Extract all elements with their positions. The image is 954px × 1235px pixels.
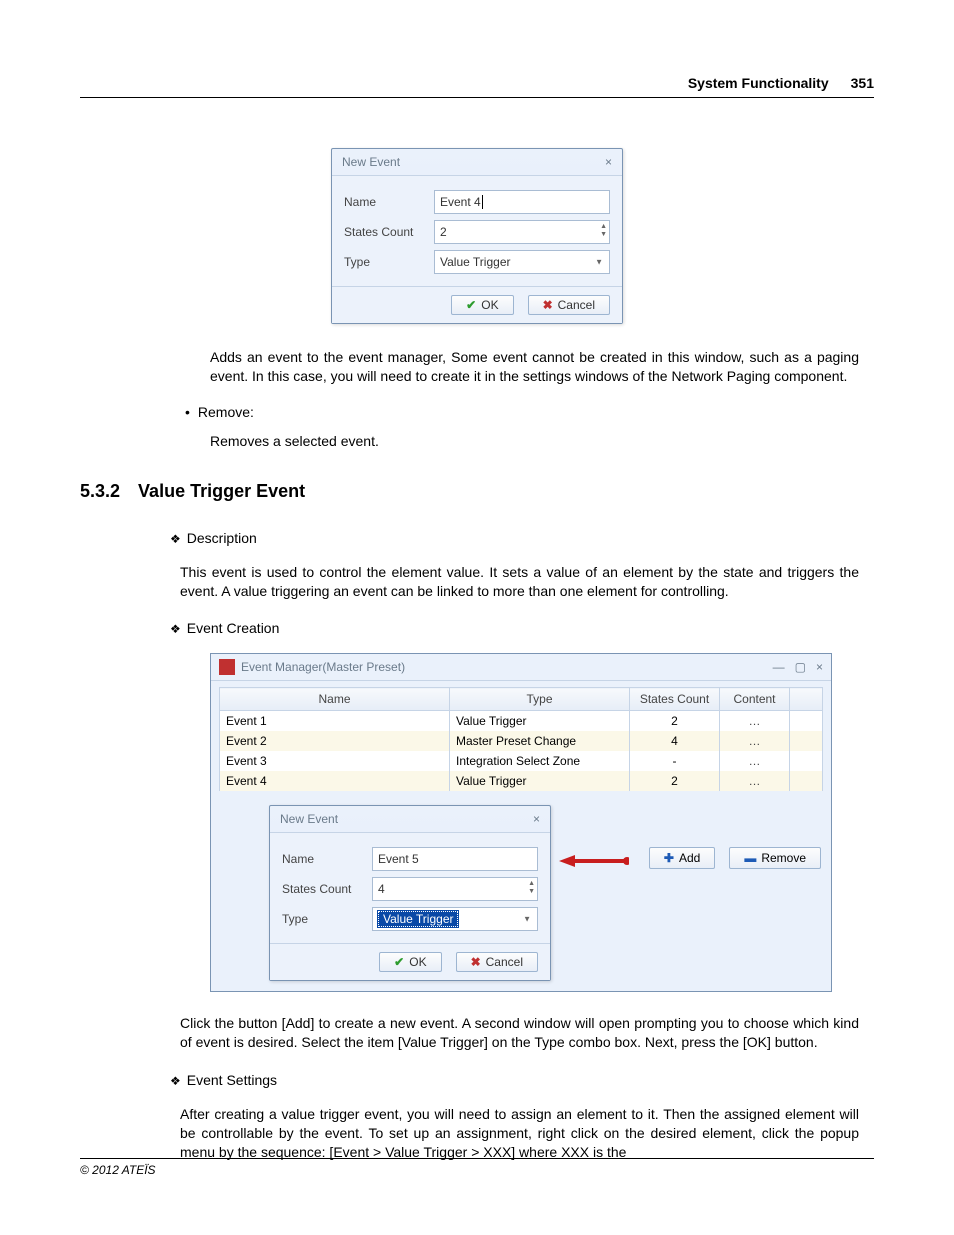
states-count-label: States Count [344,225,434,239]
table-row[interactable]: Event 4 Value Trigger 2 … [220,771,823,791]
add-button[interactable]: ✚ Add [649,847,715,869]
check-icon: ✔ [466,298,476,312]
name-input[interactable]: Event 5 [372,847,538,871]
table-row[interactable]: Event 2 Master Preset Change 4 … [220,731,823,751]
new-event-dialog: New Event × Name Event 4 States Count 2 … [331,148,623,324]
chevron-down-icon: ▼ [523,915,531,924]
ok-button[interactable]: ✔ OK [451,295,513,315]
col-states-count[interactable]: States Count [630,688,720,711]
cross-icon: ✖ [471,955,481,969]
minimize-icon[interactable]: — [773,660,785,674]
event-table: Name Type States Count Content Event 1 V… [219,687,823,791]
close-icon[interactable]: × [605,155,612,169]
section-heading: 5.3.2 Value Trigger Event [80,481,874,502]
event-manager-window: Event Manager(Master Preset) — ▢ × Name … [210,653,832,992]
bullet-icon: • [185,404,190,420]
name-label: Name [282,852,372,866]
close-icon[interactable]: × [816,660,823,674]
app-icon [219,659,235,675]
cross-icon: ✖ [543,298,553,312]
close-icon[interactable]: × [533,812,540,826]
paragraph-remove: Removes a selected event. [210,432,859,451]
spinner-icon[interactable]: ▲▼ [600,223,607,239]
annotation-arrow-icon [559,853,629,869]
maximize-icon[interactable]: ▢ [795,660,806,674]
diamond-icon: ❖ [170,620,181,639]
cancel-button[interactable]: ✖ Cancel [456,952,538,972]
paragraph-add: Adds an event to the event manager, Some… [210,348,859,386]
dialog-title: New Event [342,155,400,169]
page-header: System Functionality 351 [80,75,874,98]
paragraph-settings: After creating a value trigger event, yo… [180,1105,859,1162]
name-label: Name [344,195,434,209]
sub-heading-description: ❖ Description [170,530,874,549]
section-title: Value Trigger Event [138,481,305,502]
states-count-input[interactable]: 2 ▲▼ [434,220,610,244]
table-row[interactable]: Event 1 Value Trigger 2 … [220,711,823,732]
sub-heading-event-creation: ❖ Event Creation [170,620,874,639]
paragraph-click-add: Click the button [Add] to create a new e… [180,1014,859,1052]
minus-icon: ▬ [744,851,756,865]
paragraph-description: This event is used to control the elemen… [180,563,859,601]
diamond-icon: ❖ [170,530,181,549]
type-combo[interactable]: Value Trigger ▼ [372,907,538,931]
dialog-title: New Event [280,812,338,826]
table-row[interactable]: Event 3 Integration Select Zone - … [220,751,823,771]
states-count-input[interactable]: 4 ▲▼ [372,877,538,901]
col-type[interactable]: Type [450,688,630,711]
name-input[interactable]: Event 4 [434,190,610,214]
chapter-title: System Functionality [688,75,829,91]
check-icon: ✔ [394,955,404,969]
text-cursor [482,195,483,209]
diamond-icon: ❖ [170,1072,181,1091]
type-label: Type [344,255,434,269]
window-title: Event Manager(Master Preset) [241,660,405,674]
type-label: Type [282,912,372,926]
plus-icon: ✚ [664,851,674,865]
section-number: 5.3.2 [80,481,120,502]
cancel-button[interactable]: ✖ Cancel [528,295,610,315]
ok-button[interactable]: ✔ OK [379,952,441,972]
states-count-label: States Count [282,882,372,896]
spinner-icon[interactable]: ▲▼ [528,880,535,896]
chevron-down-icon: ▼ [595,258,603,267]
col-content[interactable]: Content [720,688,790,711]
sub-heading-event-settings: ❖ Event Settings [170,1072,874,1091]
remove-button[interactable]: ▬ Remove [729,847,821,869]
bullet-remove: • Remove: [185,404,874,420]
page-footer: © 2012 ATEÏS [80,1158,874,1177]
page-number: 351 [851,75,874,91]
col-name[interactable]: Name [220,688,450,711]
type-combo[interactable]: Value Trigger ▼ [434,250,610,274]
new-event-dialog-nested: New Event × Name Event 5 States Count 4 [269,805,551,981]
